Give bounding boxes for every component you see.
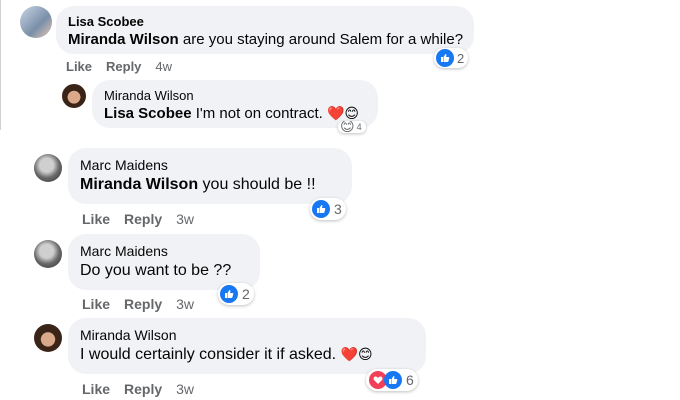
comment-bubble: Marc Maidens Do you want to be ?? bbox=[68, 234, 260, 290]
reaction-count: 4 bbox=[356, 122, 362, 132]
reaction-count: 2 bbox=[457, 50, 465, 66]
reaction-summary[interactable]: 2 bbox=[434, 48, 469, 68]
comment-text: I would certainly consider it if asked. … bbox=[80, 346, 373, 363]
reaction-summary[interactable]: 3 bbox=[310, 198, 346, 220]
avatar[interactable] bbox=[62, 84, 86, 108]
like-reaction-icon bbox=[436, 49, 454, 67]
timestamp[interactable]: 4w bbox=[155, 59, 172, 74]
like-reaction-icon bbox=[312, 200, 330, 218]
timestamp[interactable]: 3w bbox=[176, 296, 194, 312]
comment-text: Lisa Scobee I'm not on contract. ❤️😊 bbox=[104, 105, 360, 122]
reaction-summary[interactable]: 😊 4 bbox=[338, 121, 366, 133]
reply-button[interactable]: Reply bbox=[124, 381, 162, 397]
comment-text: Miranda Wilson are you staying around Sa… bbox=[68, 31, 464, 48]
mention-link[interactable]: Lisa Scobee bbox=[104, 105, 192, 122]
comment-author[interactable]: Marc Maidens bbox=[80, 157, 340, 173]
comment-author[interactable]: Marc Maidens bbox=[80, 243, 248, 259]
comment-author[interactable]: Lisa Scobee bbox=[68, 14, 462, 30]
timestamp[interactable]: 3w bbox=[176, 381, 194, 397]
avatar[interactable] bbox=[34, 154, 62, 182]
reaction-count: 2 bbox=[242, 286, 250, 302]
comment-bubble: Lisa Scobee Miranda Wilson are you stayi… bbox=[56, 6, 474, 54]
reply-button[interactable]: Reply bbox=[124, 296, 162, 312]
like-reaction-icon bbox=[220, 285, 238, 303]
thread-line bbox=[0, 0, 1, 130]
reaction-count: 6 bbox=[406, 372, 414, 388]
smile-reaction-icon: 😊 bbox=[340, 121, 355, 133]
comment-author[interactable]: Miranda Wilson bbox=[80, 327, 414, 343]
comment-author[interactable]: Miranda Wilson bbox=[104, 88, 366, 104]
avatar[interactable] bbox=[20, 6, 52, 38]
comment-bubble: Miranda Wilson Lisa Scobee I'm not on co… bbox=[92, 80, 378, 128]
comment-bubble: Miranda Wilson I would certainly conside… bbox=[68, 318, 426, 374]
comment-bubble: Marc Maidens Miranda Wilson you should b… bbox=[68, 148, 352, 204]
comment-actions: Like Reply 3w bbox=[82, 296, 208, 312]
reaction-summary[interactable]: 2 bbox=[218, 283, 254, 305]
reaction-summary[interactable]: 6 bbox=[366, 369, 418, 391]
reaction-count: 3 bbox=[334, 201, 342, 217]
avatar[interactable] bbox=[34, 240, 62, 268]
comment-actions: Like Reply 3w bbox=[82, 211, 208, 227]
avatar[interactable] bbox=[34, 324, 62, 352]
comment-text: Do you want to be ?? bbox=[80, 262, 232, 279]
like-button[interactable]: Like bbox=[82, 296, 110, 312]
mention-link[interactable]: Miranda Wilson bbox=[80, 176, 198, 193]
like-button[interactable]: Like bbox=[82, 381, 110, 397]
like-button[interactable]: Like bbox=[82, 211, 110, 227]
comment-text: Miranda Wilson you should be !! bbox=[80, 176, 316, 193]
emoji: ❤️😊 bbox=[340, 347, 373, 363]
like-button[interactable]: Like bbox=[66, 59, 92, 74]
emoji: ❤️😊 bbox=[326, 106, 360, 122]
reply-button[interactable]: Reply bbox=[106, 59, 141, 74]
mention-link[interactable]: Miranda Wilson bbox=[68, 31, 179, 48]
timestamp[interactable]: 3w bbox=[176, 211, 194, 227]
like-reaction-icon bbox=[384, 371, 402, 389]
comment-actions: Like Reply 4w bbox=[66, 59, 186, 74]
comment-actions: Like Reply 3w bbox=[82, 381, 208, 397]
reply-button[interactable]: Reply bbox=[124, 211, 162, 227]
